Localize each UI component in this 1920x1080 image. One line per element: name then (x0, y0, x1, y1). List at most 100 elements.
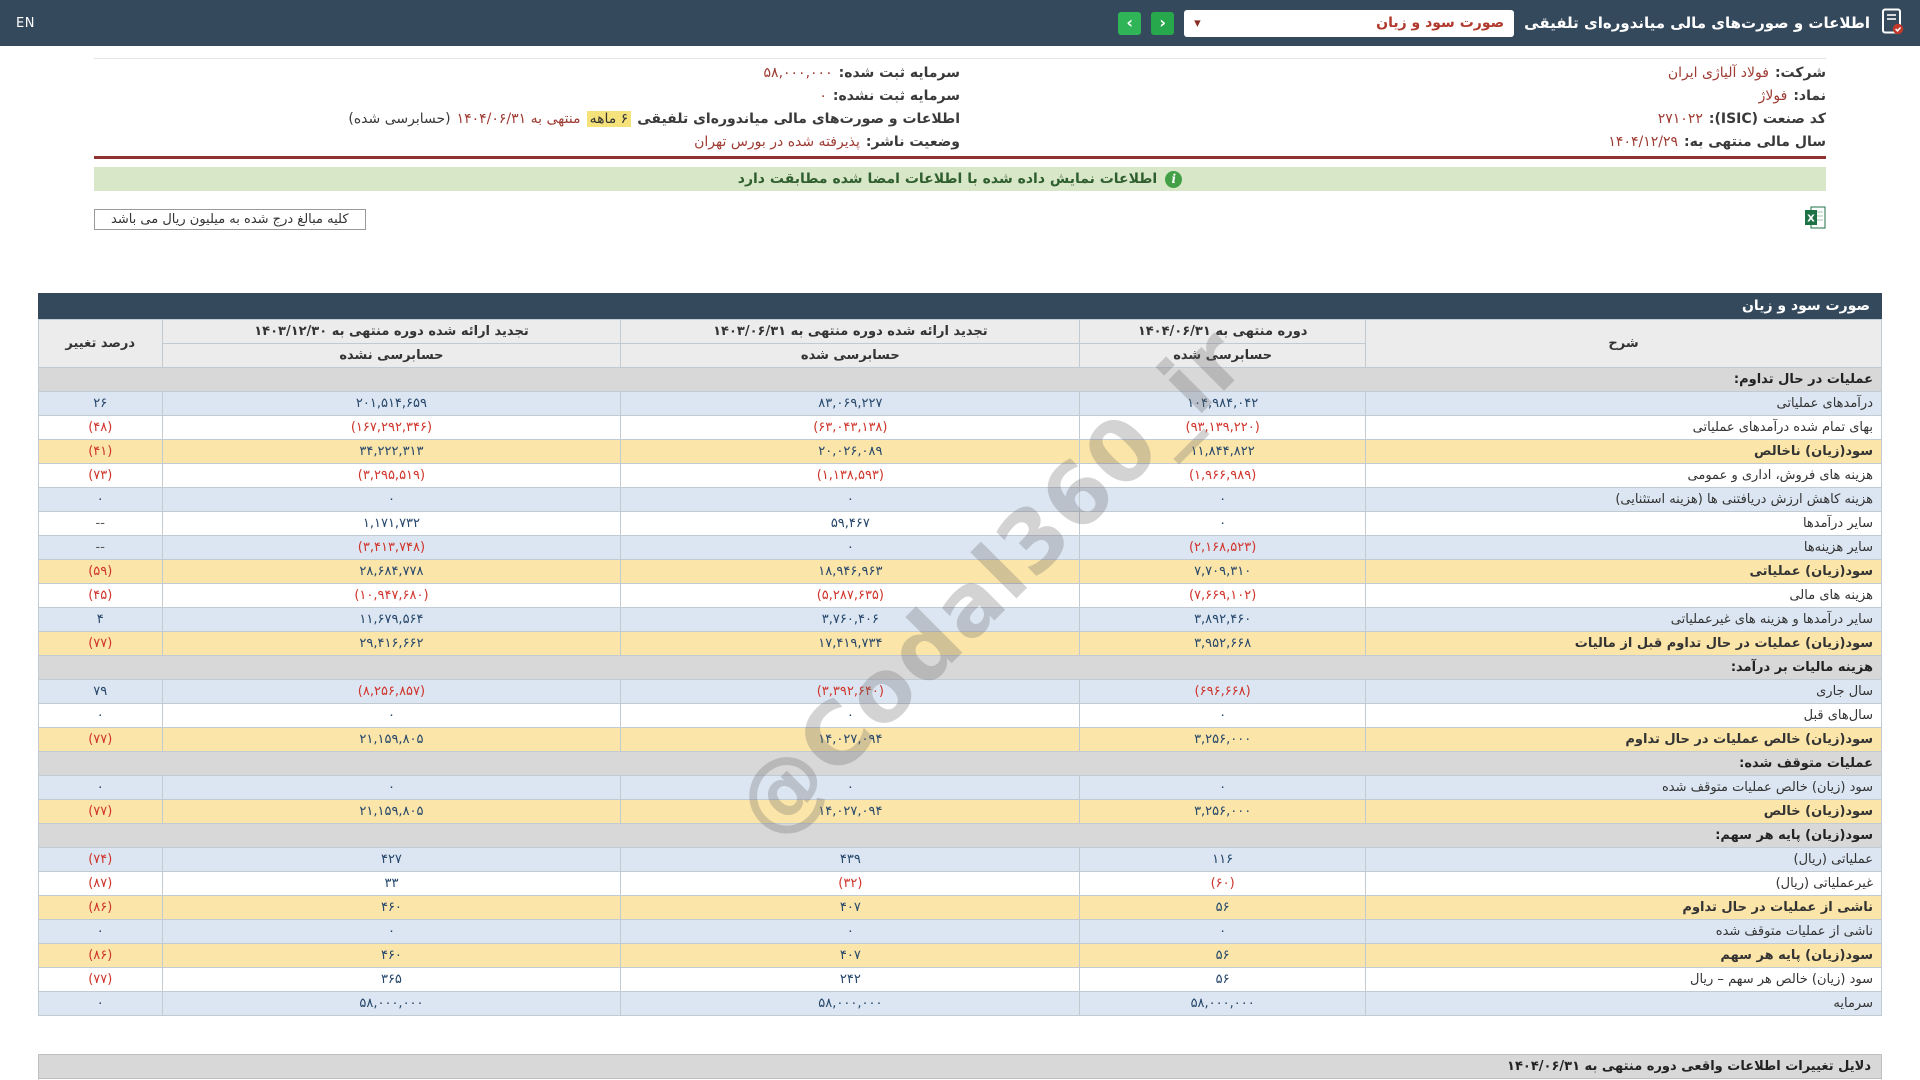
topbar: اطلاعات و صورت‌های مالی میاندوره‌ای تلفی… (0, 0, 1920, 46)
info-value: پذیرفته شده در بورس تهران (694, 134, 860, 150)
row-label: سود (زیان) خالص هر سهم – ریال (1365, 968, 1881, 992)
row-label: غیرعملیاتی (ریال) (1365, 872, 1881, 896)
value-cell: ۱۸,۹۴۶,۹۶۳ (621, 560, 1080, 584)
info-value: ۰ (819, 88, 827, 104)
statement-row: سود(زیان) خالص عملیات در حال تداوم۳,۲۵۶,… (39, 728, 1882, 752)
statement-row: بهای تمام شده درآمدهای عملیاتی(۹۳,۱۳۹,۲۲… (39, 416, 1882, 440)
company-info-row: شرکت: فولاد آلیاژی ایران سرمایه ثبت شده:… (94, 61, 1826, 84)
statement-row: عملیاتی (ریال)۱۱۶۴۳۹۴۲۷(۷۴) (39, 848, 1882, 872)
statement-row: سایر درآمدها۰۵۹,۴۶۷۱,۱۷۱,۷۳۲-- (39, 512, 1882, 536)
value-cell: ۵۹,۴۶۷ (621, 512, 1080, 536)
pct-cell: -- (39, 512, 163, 536)
section-label: عملیات در حال تداوم: (39, 368, 1882, 392)
value-cell: (۳,۳۹۲,۶۴۰) (621, 680, 1080, 704)
pct-cell: (۷۷) (39, 800, 163, 824)
value-cell: ۰ (621, 536, 1080, 560)
row-label: عملیاتی (ریال) (1365, 848, 1881, 872)
info-value: منتهی به ۱۴۰۴/۰۶/۳۱ (457, 111, 581, 127)
info-icon: i (1165, 171, 1182, 188)
svg-text:X: X (1807, 213, 1815, 224)
selected-statement: صورت سود و زیان (1376, 15, 1504, 31)
row-label: هزینه های فروش، اداری و عمومی (1365, 464, 1881, 488)
value-cell: (۱,۹۶۶,۹۸۹) (1080, 464, 1366, 488)
changes-reasons-section: دلایل تغییرات اطلاعات واقعی دوره منتهی ب… (38, 1054, 1882, 1080)
caption-row: X کلیه مبالغ درج شده به میلیون ریال می ب… (94, 207, 1826, 231)
statement-row: سایر درآمدها و هزینه های غیرعملیاتی۳,۸۹۲… (39, 608, 1882, 632)
section-label: عملیات متوقف شده: (39, 752, 1882, 776)
value-cell: ۲۸,۶۸۴,۷۷۸ (162, 560, 621, 584)
pct-cell: (۴۱) (39, 440, 163, 464)
col-subheader-1: حسابرسی شده (621, 344, 1080, 368)
pct-cell: ۷۹ (39, 680, 163, 704)
statement-table: شرح دوره منتهی به ۱۴۰۴/۰۶/۳۱ تجدید ارائه… (38, 319, 1882, 1016)
statement-type-select[interactable]: صورت سود و زیان ▾ (1184, 10, 1514, 37)
info-pair-unregistered-capital: سرمایه ثبت نشده: ۰ (94, 88, 960, 104)
value-cell: ۱۱,۶۷۹,۵۶۴ (162, 608, 621, 632)
value-cell: ۵۶ (1080, 896, 1366, 920)
statement-row: سایر هزینه‌ها(۲,۱۶۸,۵۲۳)۰(۳,۴۱۳,۷۴۸)-- (39, 536, 1882, 560)
period-badge: ۶ ماهه (587, 111, 632, 127)
report-icon (1880, 8, 1904, 39)
value-cell: ۲۰۱,۵۱۴,۶۵۹ (162, 392, 621, 416)
pct-cell: (۷۷) (39, 632, 163, 656)
value-cell: ۰ (621, 704, 1080, 728)
prev-statement-button[interactable]: ‹ (1151, 12, 1174, 35)
col-header-period-0: دوره منتهی به ۱۴۰۴/۰۶/۳۱ (1080, 320, 1366, 344)
amounts-unit-caption: کلیه مبالغ درج شده به میلیون ریال می باش… (94, 209, 366, 230)
info-label: کد صنعت (ISIC): (1709, 111, 1826, 127)
value-cell: ۷,۷۰۹,۳۱۰ (1080, 560, 1366, 584)
pct-cell: ۰ (39, 488, 163, 512)
statement-row: سود (زیان) خالص عملیات متوقف شده۰۰۰۰ (39, 776, 1882, 800)
info-label: سال مالی منتهی به: (1684, 134, 1826, 150)
pct-cell: (۸۶) (39, 896, 163, 920)
pct-cell: (۷۷) (39, 968, 163, 992)
company-info: شرکت: فولاد آلیاژی ایران سرمایه ثبت شده:… (94, 58, 1826, 153)
value-cell: (۳۲) (621, 872, 1080, 896)
info-pair-company: شرکت: فولاد آلیاژی ایران (960, 65, 1826, 81)
value-cell: ۳,۲۵۶,۰۰۰ (1080, 728, 1366, 752)
pct-cell: (۴۸) (39, 416, 163, 440)
pct-cell: (۷۷) (39, 728, 163, 752)
row-label: سود(زیان) عملیات در حال تداوم قبل از مال… (1365, 632, 1881, 656)
value-cell: ۰ (1080, 704, 1366, 728)
value-cell: ۳۶۵ (162, 968, 621, 992)
pct-cell: (۸۶) (39, 944, 163, 968)
language-switch-link[interactable]: EN (16, 16, 35, 31)
value-cell: ۳,۲۵۶,۰۰۰ (1080, 800, 1366, 824)
value-cell: (۶۹۶,۶۶۸) (1080, 680, 1366, 704)
value-cell: (۵,۲۸۷,۶۳۵) (621, 584, 1080, 608)
statement-body: عملیات در حال تداوم:درآمدهای عملیاتی۱۰۴,… (39, 368, 1882, 1016)
statement-row: هزینه کاهش ارزش دریافتنی ها (هزینه استثن… (39, 488, 1882, 512)
value-cell: ۲۴۲ (621, 968, 1080, 992)
info-value: ۱۴۰۴/۱۲/۲۹ (1608, 134, 1678, 150)
value-cell: ۰ (162, 704, 621, 728)
value-cell: ۱۴,۰۲۷,۰۹۴ (621, 728, 1080, 752)
pct-cell: (۷۳) (39, 464, 163, 488)
statement-row: سال‌های قبل۰۰۰۰ (39, 704, 1882, 728)
section-row: سود(زیان) پایه هر سهم: (39, 824, 1882, 848)
row-label: بهای تمام شده درآمدهای عملیاتی (1365, 416, 1881, 440)
info-value: ۵۸,۰۰۰,۰۰۰ (764, 65, 833, 81)
value-cell: ۴۳۹ (621, 848, 1080, 872)
value-cell: ۰ (162, 776, 621, 800)
info-value: ۲۷۱۰۲۲ (1658, 111, 1703, 127)
info-pair-isic: کد صنعت (ISIC): ۲۷۱۰۲۲ (960, 111, 1826, 127)
next-statement-button[interactable]: › (1118, 12, 1141, 35)
value-cell: ۰ (162, 488, 621, 512)
statement-row: سود(زیان) عملیاتی۷,۷۰۹,۳۱۰۱۸,۹۴۶,۹۶۳۲۸,۶… (39, 560, 1882, 584)
excel-export-icon[interactable]: X (1805, 206, 1826, 233)
pct-cell: ۰ (39, 704, 163, 728)
statement-row: سود(زیان) خالص۳,۲۵۶,۰۰۰۱۴,۰۲۷,۰۹۴۲۱,۱۵۹,… (39, 800, 1882, 824)
statement-row: سود(زیان) ناخالص۱۱,۸۴۴,۸۲۲۲۰,۰۲۶,۰۸۹۳۴,۲… (39, 440, 1882, 464)
value-cell: (۹۳,۱۳۹,۲۲۰) (1080, 416, 1366, 440)
row-label: هزینه کاهش ارزش دریافتنی ها (هزینه استثن… (1365, 488, 1881, 512)
value-cell: (۱,۱۳۸,۵۹۳) (621, 464, 1080, 488)
banner-text: اطلاعات نمایش داده شده با اطلاعات امضا ش… (738, 171, 1157, 187)
row-label: سود(زیان) ناخالص (1365, 440, 1881, 464)
value-cell: ۳,۷۶۰,۴۰۶ (621, 608, 1080, 632)
row-label: سود(زیان) پایه هر سهم (1365, 944, 1881, 968)
col-header-pct: درصد تغییر (39, 320, 163, 368)
statement-row: سود (زیان) خالص هر سهم – ریال۵۶۲۴۲۳۶۵(۷۷… (39, 968, 1882, 992)
col-subheader-0: حسابرسی شده (1080, 344, 1366, 368)
info-label: سرمایه ثبت شده: (839, 65, 960, 81)
